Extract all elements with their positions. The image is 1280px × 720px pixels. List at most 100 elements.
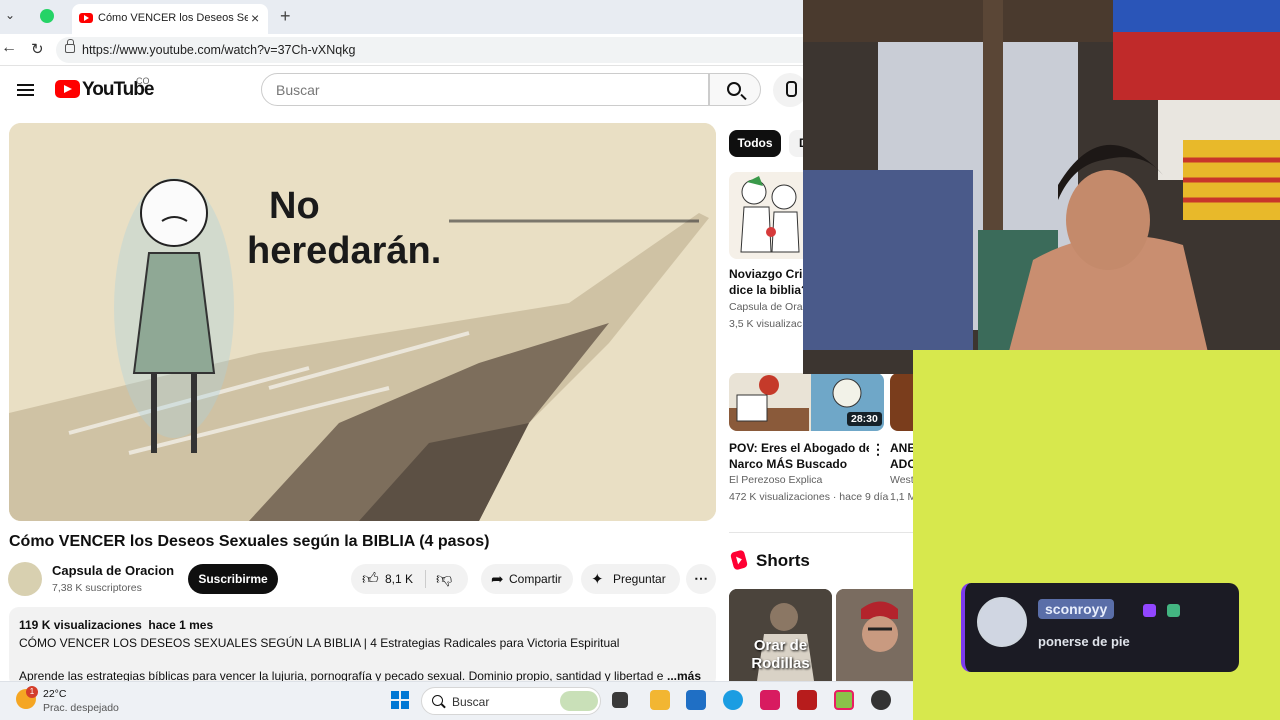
- reload-icon[interactable]: ↻: [31, 40, 44, 58]
- lock-icon: [65, 39, 75, 53]
- search-icon: [727, 82, 741, 96]
- short-2-art: [836, 589, 913, 681]
- youtube-favicon-icon: [79, 13, 93, 23]
- address-bar-row: ← ↻ https://www.youtube.com/watch?v=37Ch…: [0, 34, 803, 66]
- related-1-channel: Capsula de Orac: [729, 301, 803, 313]
- related-2-channel: El Perezoso Explica: [729, 474, 823, 486]
- subscriber-count: 7,38 K suscriptores: [52, 582, 142, 594]
- youtube-logo-icon[interactable]: [55, 80, 80, 98]
- sparkle-icon: ✦: [591, 571, 604, 588]
- taskbar-search-box[interactable]: Buscar: [421, 687, 601, 715]
- short-1-text: Orar de Rodillas: [751, 637, 810, 672]
- edge-browser-icon[interactable]: [723, 690, 743, 710]
- share-arrow-icon: ➦: [491, 571, 504, 588]
- thumbs-down-icon[interactable]: 👎︎: [436, 570, 452, 589]
- thumbnail-line2: heredarán.: [247, 230, 441, 272]
- windows-taskbar: 1 22°C Prac. despejado Buscar: [0, 681, 913, 720]
- tiktok-icon[interactable]: [760, 690, 780, 710]
- chat-avatar: [977, 597, 1027, 647]
- related-thumbnail-3[interactable]: [890, 373, 913, 431]
- thumbs-up-icon[interactable]: 👍︎: [362, 570, 379, 589]
- divider: [729, 532, 913, 533]
- related-thumbnail-1-art: [740, 176, 800, 253]
- store-icon[interactable]: [686, 690, 706, 710]
- related-1-title-line2[interactable]: dice la biblia?: [729, 282, 803, 298]
- close-tab-icon[interactable]: ×: [251, 10, 259, 26]
- related-3-meta: 1,1 M: [890, 491, 913, 503]
- search-placeholder: Buscar: [276, 82, 320, 98]
- ask-label: Preguntar: [613, 572, 666, 586]
- like-dislike-group: 👍︎ 8,1 K 👎︎: [351, 564, 468, 594]
- new-tab-plus-icon[interactable]: +: [280, 6, 291, 27]
- shorts-icon: [729, 549, 749, 571]
- description-line-1: CÓMO VENCER LOS DESEOS SEXUALES SEGÚN LA…: [19, 636, 620, 650]
- description-box[interactable]: 119 K visualizaciones hace 1 mes CÓMO VE…: [9, 607, 716, 687]
- subscribe-button[interactable]: Suscribirme: [188, 564, 278, 594]
- related-thumbnail-1[interactable]: [729, 172, 803, 259]
- shorts-heading: Shorts: [756, 551, 810, 570]
- view-count: 119 K visualizaciones: [19, 618, 142, 632]
- weather-badge: 1: [26, 686, 38, 698]
- channel-avatar[interactable]: [8, 562, 42, 596]
- youtube-tab[interactable]: Cómo VENCER los Deseos Sexuales ×: [72, 4, 268, 34]
- thumbnail-line1: No: [269, 185, 320, 227]
- windows-start-icon[interactable]: [391, 691, 409, 709]
- related-2-meta: 472 K visualizaciones · hace 9 días: [729, 491, 889, 503]
- screen: ⌄ Cómo VENCER los Deseos Sexuales × + ← …: [0, 0, 1280, 720]
- chat-message-card: sconroyy ponerse de pie: [961, 583, 1239, 672]
- whatsapp-tab-icon[interactable]: [40, 9, 54, 23]
- task-view-icon[interactable]: [612, 692, 628, 708]
- temperature[interactable]: 22°C: [43, 688, 66, 700]
- description-meta: 119 K visualizaciones hace 1 mes: [19, 618, 213, 632]
- taskbar-search-icon: [432, 695, 443, 706]
- share-label: Compartir: [509, 572, 562, 586]
- related-2-title-line2[interactable]: Narco MÁS Buscado: [729, 456, 869, 472]
- related-3-title-line1[interactable]: ANE: [890, 440, 913, 456]
- obs-icon[interactable]: [871, 690, 891, 710]
- ask-button[interactable]: ✦ Preguntar: [581, 564, 680, 594]
- like-divider: [425, 570, 426, 588]
- more-actions-button[interactable]: ⋯: [686, 564, 716, 594]
- search-input[interactable]: Buscar: [261, 73, 709, 106]
- webcam-feed-art: [803, 0, 1280, 374]
- chip-todos[interactable]: Todos: [729, 130, 781, 157]
- back-arrow-icon[interactable]: ←: [1, 39, 17, 57]
- upload-date: hace 1 mes: [148, 618, 214, 632]
- tab-title: Cómo VENCER los Deseos Sexuales: [98, 12, 248, 24]
- url-field[interactable]: https://www.youtube.com/watch?v=37Ch-vXN…: [56, 37, 803, 63]
- voice-search-mic-icon[interactable]: [773, 73, 807, 107]
- url-text: https://www.youtube.com/watch?v=37Ch-vXN…: [82, 43, 356, 57]
- channel-name[interactable]: Capsula de Oracion: [52, 563, 174, 578]
- chat-message-text: ponerse de pie: [1038, 634, 1130, 649]
- app-n-icon[interactable]: [797, 690, 817, 710]
- search-highlight-art: [560, 691, 598, 711]
- subscriber-badge-icon: [1167, 604, 1180, 617]
- related-3-channel: Weste: [890, 474, 913, 486]
- region-code: CO: [136, 76, 150, 86]
- tab-list-chevron-icon[interactable]: ⌄: [2, 8, 18, 24]
- active-app-icon[interactable]: [834, 690, 854, 710]
- taskbar-search-label: Buscar: [452, 695, 490, 709]
- webcam-overlay: [803, 0, 1280, 374]
- video-player[interactable]: No heredarán.: [9, 123, 716, 521]
- related-1-meta: 3,5 K visualizac: [729, 318, 802, 330]
- menu-icon[interactable]: [17, 84, 34, 96]
- share-button[interactable]: ➦ Compartir: [481, 564, 573, 594]
- video-title: Cómo VENCER los Deseos Sexuales según la…: [9, 533, 490, 550]
- related-3-title-line2[interactable]: ADO: [890, 456, 913, 472]
- related-2-title-line1[interactable]: POV: Eres el Abogado del: [729, 440, 869, 456]
- file-explorer-icon[interactable]: [650, 690, 670, 710]
- short-card-1[interactable]: Orar de Rodillas: [729, 589, 832, 681]
- youtube-header: YouTube CO Buscar: [0, 66, 807, 114]
- weather-condition[interactable]: Prac. despejado: [43, 702, 119, 714]
- twitch-badge-icon: [1143, 604, 1156, 617]
- short-card-2[interactable]: [836, 589, 913, 681]
- related-2-menu-icon[interactable]: ⋮: [871, 441, 885, 458]
- video-thumbnail-art: No heredarán.: [9, 123, 716, 521]
- related-1-title-line1[interactable]: Noviazgo Crist: [729, 266, 803, 282]
- browser-tab-strip: ⌄ Cómo VENCER los Deseos Sexuales × +: [0, 0, 803, 34]
- chat-username: sconroyy: [1038, 599, 1115, 619]
- search-button[interactable]: [709, 73, 761, 106]
- video-duration: 28:30: [847, 412, 882, 426]
- like-count[interactable]: 8,1 K: [385, 572, 413, 586]
